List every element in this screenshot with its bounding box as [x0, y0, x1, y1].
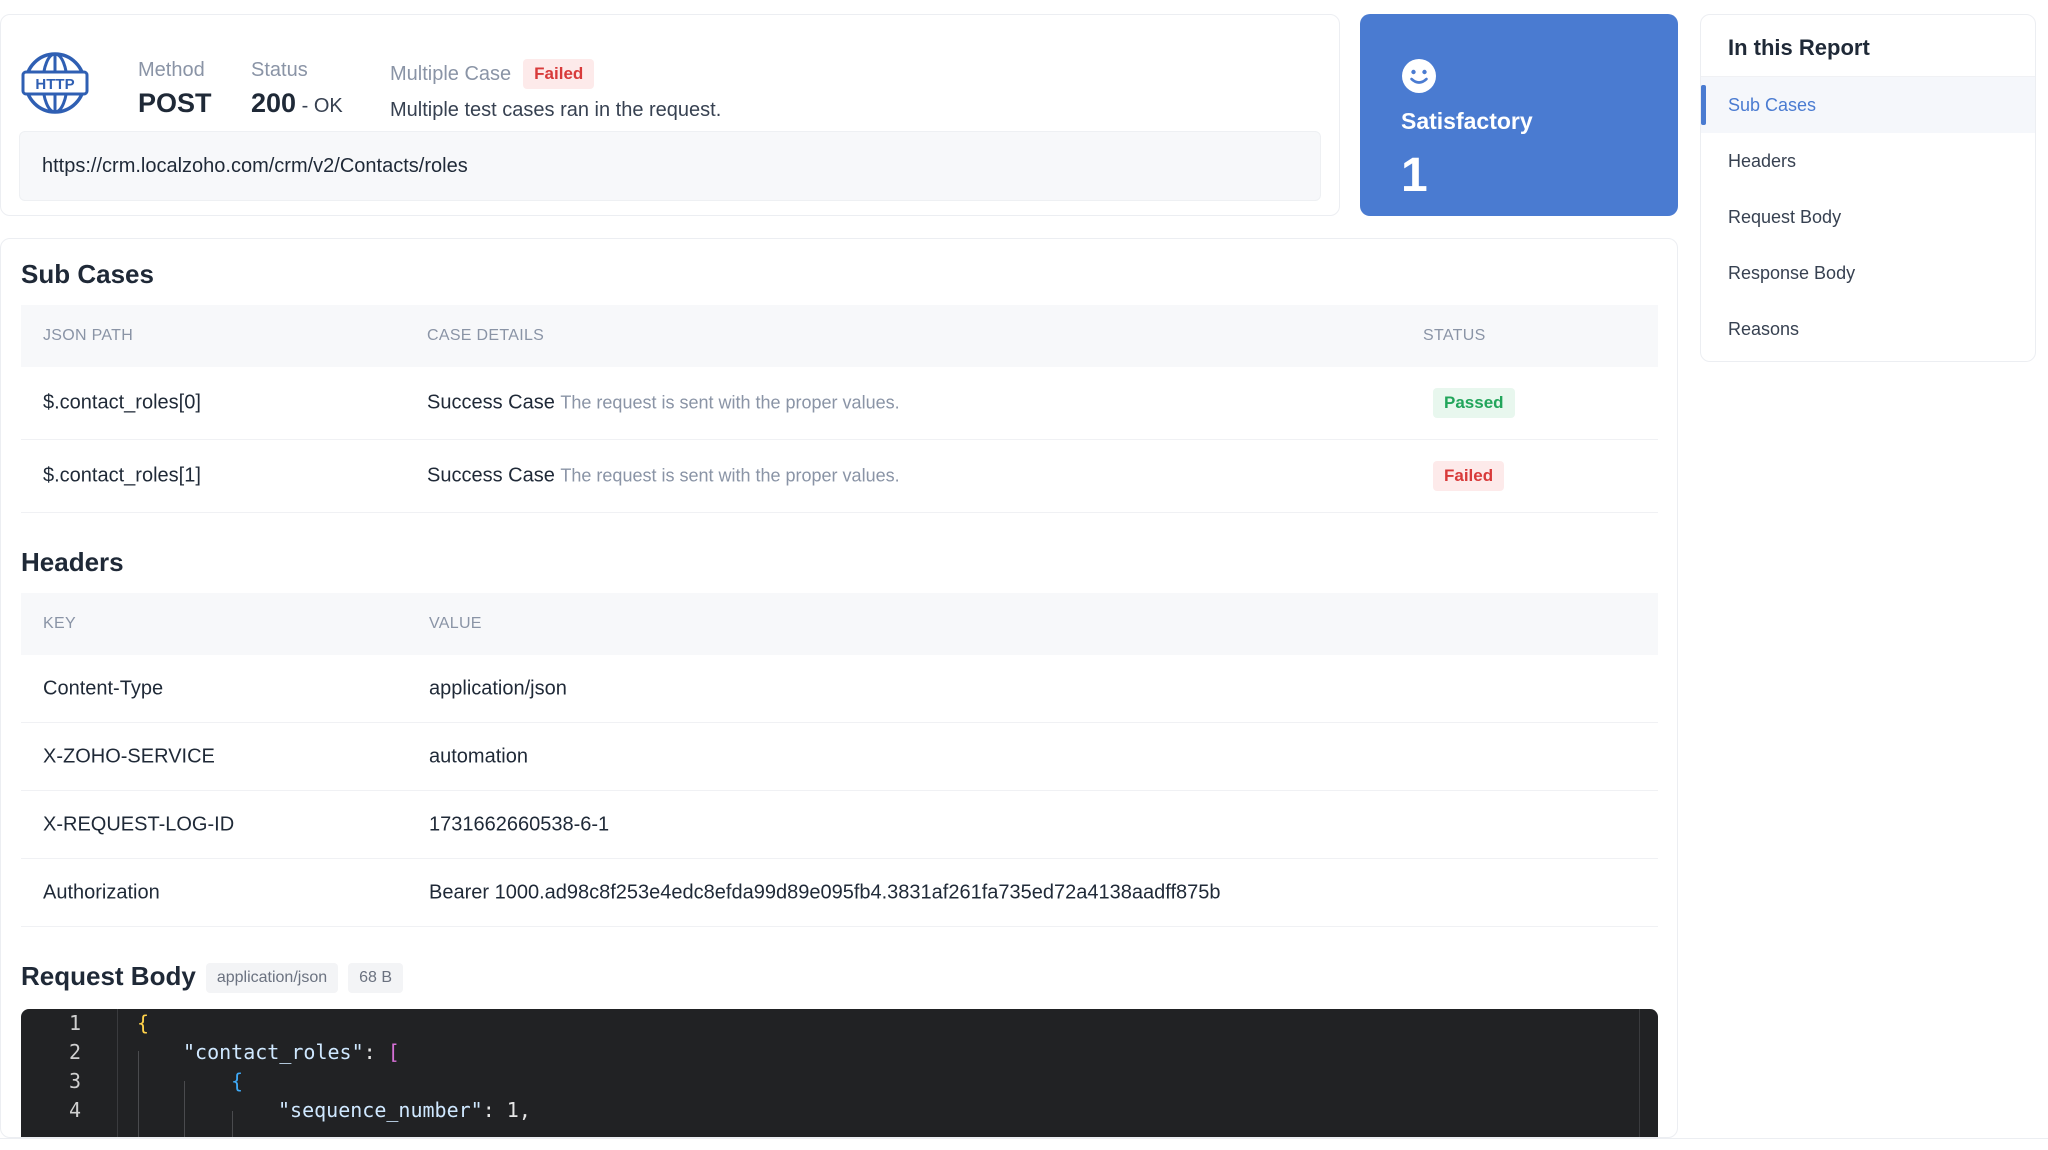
header-value-cell: application/json: [429, 677, 567, 699]
report-toc: In this Report Sub Cases Headers Request…: [1700, 14, 2036, 362]
headers-title: Headers: [21, 547, 124, 577]
report-main: Sub Cases JSON PATH CASE DETAILS STATUS …: [0, 238, 1678, 1138]
json-punct: :: [363, 1040, 388, 1064]
multiple-case-info: Multiple Case Failed Multiple test cases…: [390, 59, 721, 122]
case-details-cell: Success Case The request is sent with th…: [427, 465, 900, 488]
status-code: 200: [251, 88, 297, 118]
line-number: 2: [68, 1040, 81, 1064]
multiple-case-label: Multiple Case: [390, 62, 512, 85]
request-url-text: https://crm.localzoho.com/crm/v2/Contact…: [42, 154, 468, 177]
content-type-tag: application/json: [205, 963, 339, 994]
svg-text:HTTP: HTTP: [35, 76, 74, 93]
method-label: Method: [138, 59, 205, 81]
header-key-cell: Authorization: [43, 881, 160, 903]
header-value-cell: automation: [429, 745, 528, 767]
smiley-icon: [1402, 59, 1436, 93]
status-text: - OK: [296, 95, 343, 117]
header-key-cell: Content-Type: [43, 677, 164, 699]
column-header-value: VALUE: [429, 615, 482, 632]
satisfactory-count: 1: [1401, 149, 1428, 202]
code-text: "contact_roles": [: [183, 1040, 400, 1064]
status-info: Status 200 - OK: [251, 59, 343, 119]
size-tag: 68 B: [348, 963, 404, 994]
request-summary-card: HTTP Method POST Status 200 - OK Multipl…: [0, 14, 1340, 216]
code-text: {: [231, 1069, 244, 1093]
header-value-cell: 1731662660538-6-1: [429, 813, 610, 835]
code-line: 4 "sequence_number": 1,: [21, 1098, 1658, 1127]
bottom-edge: [0, 1138, 2048, 1150]
satisfactory-card: Satisfactory 1: [1360, 14, 1678, 216]
case-name: Success Case: [427, 391, 555, 414]
request-url[interactable]: https://crm.localzoho.com/crm/v2/Contact…: [19, 131, 1321, 201]
header-value-cell: Bearer 1000.ad98c8f253e4edc8efda99d89e09…: [429, 881, 1221, 903]
status-badge: Passed: [1433, 388, 1515, 418]
code-text: "sequence_number": 1,: [278, 1098, 531, 1122]
table-row: X-ZOHO-SERVICE automation: [21, 723, 1658, 791]
case-detail: The request is sent with the proper valu…: [560, 465, 900, 486]
status-value: 200 - OK: [251, 88, 343, 119]
toc-item-response-body[interactable]: Response Body: [1701, 245, 2035, 301]
column-header-status: STATUS: [1423, 327, 1486, 344]
json-key: "sequence_number": [278, 1098, 483, 1122]
code-line: 3 {: [21, 1069, 1658, 1098]
multiple-case-status-badge: Failed: [523, 59, 595, 89]
case-detail: The request is sent with the proper valu…: [560, 392, 900, 413]
status-badge: Failed: [1433, 461, 1505, 491]
satisfactory-label: Satisfactory: [1401, 108, 1533, 134]
request-body-title: Request Body application/json 68 B: [21, 961, 404, 994]
multiple-case-description: Multiple test cases ran in the request.: [390, 99, 722, 121]
table-row: $.contact_roles[1] Success Case The requ…: [21, 440, 1658, 513]
http-globe-icon: HTTP: [21, 52, 89, 114]
code-line: 2 "contact_roles": [: [21, 1040, 1658, 1069]
table-row: X-REQUEST-LOG-ID 1731662660538-6-1: [21, 791, 1658, 859]
toc-item-request-body[interactable]: Request Body: [1701, 189, 2035, 245]
code-line: 1 {: [21, 1011, 1658, 1040]
request-body-code-editor[interactable]: 1 { 2 "contact_roles": [ 3 { 4 "sequence…: [21, 1009, 1658, 1137]
json-path-cell: $.contact_roles[1]: [43, 464, 201, 487]
request-body-label: Request Body: [21, 961, 196, 991]
toc-title: In this Report: [1701, 15, 2035, 77]
json-key: "contact_roles": [183, 1040, 364, 1064]
toc-item-headers[interactable]: Headers: [1701, 133, 2035, 189]
column-header-json-path: JSON PATH: [43, 327, 134, 344]
headers-table: KEY VALUE Content-Type application/json …: [21, 593, 1658, 927]
table-row: Authorization Bearer 1000.ad98c8f253e4ed…: [21, 859, 1658, 927]
case-name: Success Case: [427, 464, 555, 487]
table-row: Content-Type application/json: [21, 655, 1658, 723]
headers-header-row: KEY VALUE: [21, 593, 1658, 655]
json-bracket: [: [387, 1040, 400, 1064]
line-number: 1: [68, 1011, 81, 1035]
status-label: Status: [251, 59, 308, 81]
method-info: Method POST: [138, 59, 212, 119]
header-key-cell: X-REQUEST-LOG-ID: [43, 813, 235, 835]
sub-cases-table: JSON PATH CASE DETAILS STATUS $.contact_…: [21, 305, 1658, 513]
toc-item-sub-cases[interactable]: Sub Cases: [1701, 77, 2035, 133]
table-row: $.contact_roles[0] Success Case The requ…: [21, 367, 1658, 440]
line-number: 3: [68, 1069, 81, 1093]
json-value: : 1,: [482, 1098, 531, 1122]
sub-cases-header-row: JSON PATH CASE DETAILS STATUS: [21, 305, 1658, 367]
line-number: 4: [68, 1098, 81, 1122]
method-value: POST: [138, 88, 212, 118]
case-details-cell: Success Case The request is sent with th…: [427, 392, 900, 415]
header-key-cell: X-ZOHO-SERVICE: [43, 745, 215, 767]
json-path-cell: $.contact_roles[0]: [43, 391, 201, 414]
sub-cases-title: Sub Cases: [21, 259, 154, 289]
code-text: {: [137, 1011, 150, 1035]
column-header-case-details: CASE DETAILS: [427, 327, 545, 344]
toc-item-reasons[interactable]: Reasons: [1701, 301, 2035, 357]
column-header-key: KEY: [43, 615, 76, 632]
